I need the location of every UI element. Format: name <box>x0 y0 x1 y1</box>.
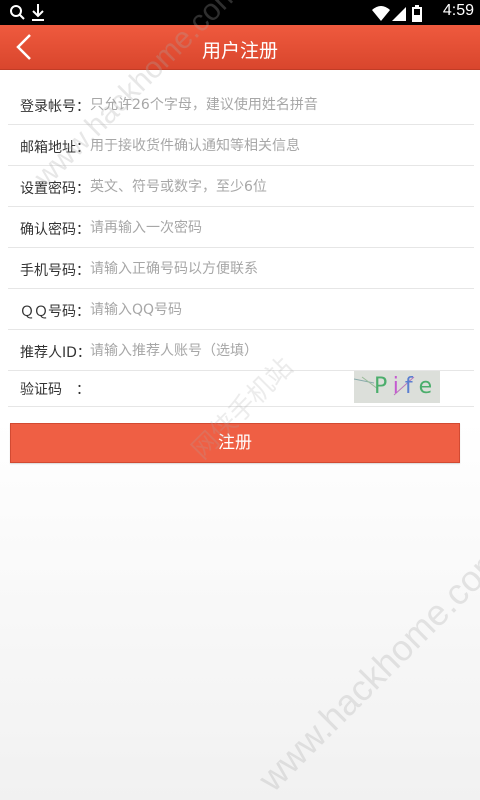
username-label: 登录帐号： <box>20 99 90 115</box>
captcha-input[interactable] <box>90 376 340 400</box>
phone-input[interactable] <box>90 257 466 281</box>
qq-row: ＱＱ号码： <box>8 289 474 330</box>
email-label: 邮箱地址： <box>20 140 90 156</box>
signal-icon <box>392 7 406 21</box>
page-title: 用户注册 <box>201 40 278 62</box>
captcha-graphic: Pife <box>353 374 432 399</box>
phone-label: 手机号码： <box>20 263 90 279</box>
battery-icon <box>412 5 422 22</box>
captcha-label: 验证码 ： <box>20 382 90 398</box>
wifi-icon <box>372 6 390 21</box>
status-left-icons <box>10 4 44 21</box>
confirm-password-input[interactable] <box>90 216 466 240</box>
password-input[interactable] <box>90 175 466 199</box>
register-button[interactable]: 注册 <box>10 423 460 463</box>
username-input[interactable] <box>90 93 466 117</box>
username-row: 登录帐号： <box>8 84 474 125</box>
confirm-password-label: 确认密码： <box>20 222 90 238</box>
email-input[interactable] <box>90 134 466 158</box>
download-icon <box>32 4 44 21</box>
captcha-row: 验证码 ： Pife <box>8 371 474 407</box>
qq-input[interactable] <box>90 298 466 322</box>
watermark-text: www.hackhome.com <box>250 536 480 799</box>
registration-form: 登录帐号： 邮箱地址： 设置密码： 确认密码： 手机号码： ＱＱ号码： 推荐人I… <box>8 84 474 407</box>
captcha-image[interactable]: Pife <box>353 371 440 403</box>
referrer-input[interactable] <box>90 339 466 363</box>
password-label: 设置密码： <box>20 181 90 197</box>
app-header: 用户注册 <box>0 25 480 70</box>
email-row: 邮箱地址： <box>8 125 474 166</box>
status-bar: 4:59 <box>0 0 480 25</box>
qq-label: ＱＱ号码： <box>20 304 90 320</box>
password-row: 设置密码： <box>8 166 474 207</box>
status-time: 4:59 <box>442 2 474 19</box>
referrer-row: 推荐人ID： <box>8 330 474 371</box>
search-icon <box>10 5 25 20</box>
referrer-label: 推荐人ID： <box>20 345 91 361</box>
phone-row: 手机号码： <box>8 248 474 289</box>
status-right-icons <box>372 5 422 22</box>
confirm-password-row: 确认密码： <box>8 207 474 248</box>
